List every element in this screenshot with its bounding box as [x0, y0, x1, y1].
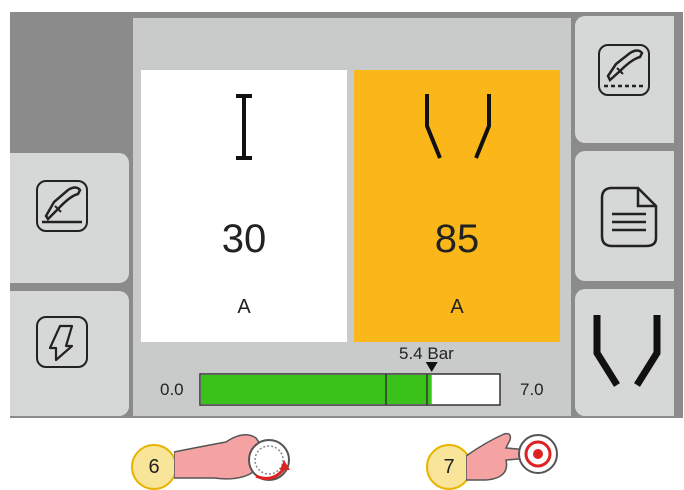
gauge-min-label: 0.0: [160, 380, 184, 399]
hand-rotate-knob-icon: [174, 434, 290, 481]
gouge-mode-button[interactable]: [10, 153, 129, 283]
gauge-max-label: 7.0: [520, 380, 544, 399]
torch-down-arrow-icon: [36, 316, 88, 368]
gauge-value-label: 5.4 Bar: [399, 344, 454, 363]
torch-cut-dashed-icon: [598, 44, 650, 96]
document-button[interactable]: [575, 151, 674, 281]
pressure-gauge: [199, 362, 501, 406]
nozzle-button[interactable]: [575, 289, 674, 416]
left-current-value: 30: [221, 217, 267, 261]
left-current-unit: A: [237, 296, 251, 318]
torch-gouge-icon: [36, 180, 88, 232]
right-current-value: 85: [434, 217, 480, 261]
cut-mode-button[interactable]: [575, 16, 674, 143]
gauge-fill: [201, 375, 432, 404]
current-panel-right[interactable]: 85 A: [354, 70, 560, 342]
document-icon: [598, 184, 660, 250]
taper-nozzle-icon: [425, 94, 491, 159]
down-button[interactable]: [10, 291, 129, 416]
hand-press-button-icon: [466, 432, 558, 481]
current-i-icon: [236, 94, 252, 160]
right-current-unit: A: [450, 296, 464, 318]
gauge-marker-icon: [425, 362, 438, 372]
current-panel-left[interactable]: 30 A: [141, 70, 347, 342]
callout-badge-6: 6: [131, 444, 177, 490]
nozzle-icon: [593, 315, 661, 387]
